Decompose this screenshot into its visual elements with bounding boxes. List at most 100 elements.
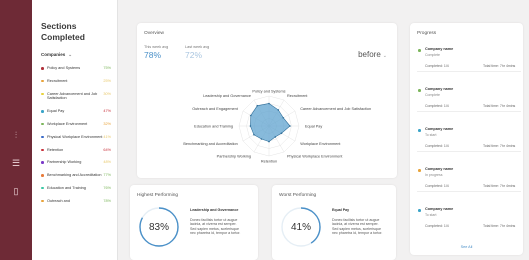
sidebar-item-label: Policy and Systems (47, 66, 81, 70)
see-all-link[interactable]: See All (410, 245, 523, 249)
status-dot (41, 148, 44, 152)
divider (417, 151, 521, 152)
radar-axis-label: Retention (261, 159, 277, 163)
radar-point (268, 102, 270, 105)
radar-point (280, 132, 283, 134)
sidebar-item-label: Benchmarking and Accreditation (47, 173, 102, 178)
sidebar-item[interactable]: Physical Workplace Environment 41% (41, 135, 117, 140)
total-time: Total time: 7hr 4mins (483, 184, 516, 188)
radar-point (289, 125, 291, 127)
company-status: Complete (425, 53, 440, 57)
progress-item[interactable]: Company name To start Completed: 1/4 Total … (417, 207, 521, 231)
companies-dropdown[interactable]: Companies ⌄ (32, 43, 117, 58)
sidebar-item-pct: 30% (103, 91, 111, 96)
worst-item-title: Equal Pay (332, 208, 350, 212)
sidebar-item[interactable]: Outreach and 78% (41, 199, 117, 204)
sidebar-item[interactable]: Recruitment 25% (41, 79, 117, 84)
total-time: Total time: 7hr 4mins (483, 104, 516, 108)
progress-title: Progress (417, 31, 437, 36)
total-time: Total time: 7hr 4mins (483, 144, 516, 148)
radar-chart: Policy and SystemsRecruitment Career Adva… (183, 89, 371, 163)
sidebar-item[interactable]: Equal Pay 47% (41, 109, 117, 114)
radar-series-area (250, 103, 291, 142)
progress-item[interactable]: Company name To start Completed: 1/4 Total … (417, 127, 521, 152)
status-dot (41, 199, 44, 203)
divider (417, 71, 521, 72)
list-icon[interactable]: ☰ (9, 158, 23, 168)
sidebar-item-pct: 76% (103, 185, 111, 190)
sidebar-item-label: Education and Training (47, 185, 86, 190)
radar-point (260, 138, 263, 140)
companies-label: Companies (41, 52, 66, 57)
completed-count: Completed: 1/4 (425, 104, 449, 108)
company-status: To start (425, 213, 437, 217)
progress-item[interactable]: Company name In progress Completed: 1/4 Tot… (417, 167, 521, 192)
sidebar-item-pct: 48% (103, 160, 111, 165)
worst-performing-card: Worst Performing 41% Equal Pay Donec fac… (272, 185, 396, 260)
radar-point (249, 125, 252, 127)
radar-axis-label: Benchmarking and Accreditation (183, 142, 237, 146)
company-status: Complete (425, 93, 440, 97)
sidebar-item[interactable]: Education and Training 76% (41, 186, 117, 191)
sidebar-item[interactable]: Workplace Environment 32% (41, 122, 117, 127)
sidebar-item-pct: 64% (103, 147, 111, 152)
sidebar-item-pct: 32% (103, 121, 111, 126)
completed-count: Completed: 1/4 (425, 224, 449, 228)
sidebar-item-label: Outreach and (47, 198, 71, 203)
progress-item[interactable]: Company name Complete Completed: 1/4 Total … (417, 87, 521, 112)
sidebar-item-pct: 77% (103, 173, 111, 178)
highest-value: 83% (148, 222, 169, 233)
status-dot (41, 186, 44, 190)
nav-rail: ⫶ ☰ ▯ (0, 0, 32, 260)
sidebar-item-label: Partnership Working (47, 160, 82, 165)
status-dot (41, 122, 44, 126)
radar-point (253, 133, 255, 136)
radar-axis-label: Outreach and Engagement (192, 107, 239, 111)
radar-point (274, 136, 277, 138)
sidebar-item-label: Physical Workplace Environment (47, 134, 103, 139)
radar-axis-label: Partnership Working (217, 155, 251, 159)
company-status: To start (425, 133, 437, 137)
sidebar-item[interactable]: Policy and Systems 75% (41, 66, 117, 71)
worst-item-desc: Donec facilisis tortor ut augue lacinia,… (332, 218, 383, 236)
sidebar-item[interactable]: Career Advancement and Job Satisfaction 3… (41, 92, 117, 102)
status-dot (418, 129, 421, 132)
radar-point (268, 140, 270, 143)
radar-axis-label: Physical Workplace Environment (287, 155, 343, 159)
status-dot (418, 49, 421, 52)
divider (417, 111, 521, 112)
radar-axis-label: Education and Training (194, 124, 233, 128)
sidebar-item-pct: 41% (103, 134, 111, 139)
sidebar: Sections Completed Companies ⌄ Policy and… (32, 0, 118, 260)
sidebar-item-pct: 78% (103, 198, 111, 203)
completed-count: Completed: 1/4 (425, 144, 449, 148)
chart-icon[interactable]: ⫶ (9, 130, 23, 140)
document-icon[interactable]: ▯ (9, 186, 23, 196)
status-dot (41, 92, 44, 96)
sidebar-item-label: Career Advancement and Job Satisfaction (47, 91, 98, 101)
highest-item-desc: Donec facilisis tortor ut augue lacinia,… (190, 218, 241, 236)
sidebar-item-label: Equal Pay (47, 109, 65, 114)
radar-axis-label: Workplace Environment (300, 142, 341, 146)
status-dot (41, 161, 44, 164)
status-dot (41, 79, 44, 83)
company-name: Company name (425, 167, 454, 171)
sidebar-item-pct: 25% (103, 78, 111, 83)
sidebar-item-pct: 47% (103, 109, 111, 114)
progress-item[interactable]: Company name Complete Completed: 1/4 Total … (417, 47, 521, 72)
sections-list: Policy and Systems 75% Recruitment 25% Caree… (32, 58, 117, 204)
status-dot (41, 174, 44, 177)
sidebar-title: Sections Completed (41, 21, 85, 42)
radar-axis-label: Equal Pay (305, 124, 322, 128)
status-dot (418, 89, 421, 92)
sidebar-item[interactable]: Retention 64% (41, 148, 117, 153)
radar-point (277, 109, 280, 111)
radar-point (250, 114, 252, 117)
radar-point (256, 104, 259, 107)
sidebar-item[interactable]: Benchmarking and Accreditation 77% (41, 173, 117, 178)
status-dot (418, 209, 421, 212)
worst-value: 41% (290, 222, 311, 233)
sidebar-item[interactable]: Partnership Working 48% (41, 160, 117, 165)
company-name: Company name (425, 47, 454, 51)
progress-card: Progress Company name Complete Completed: … (410, 23, 523, 255)
